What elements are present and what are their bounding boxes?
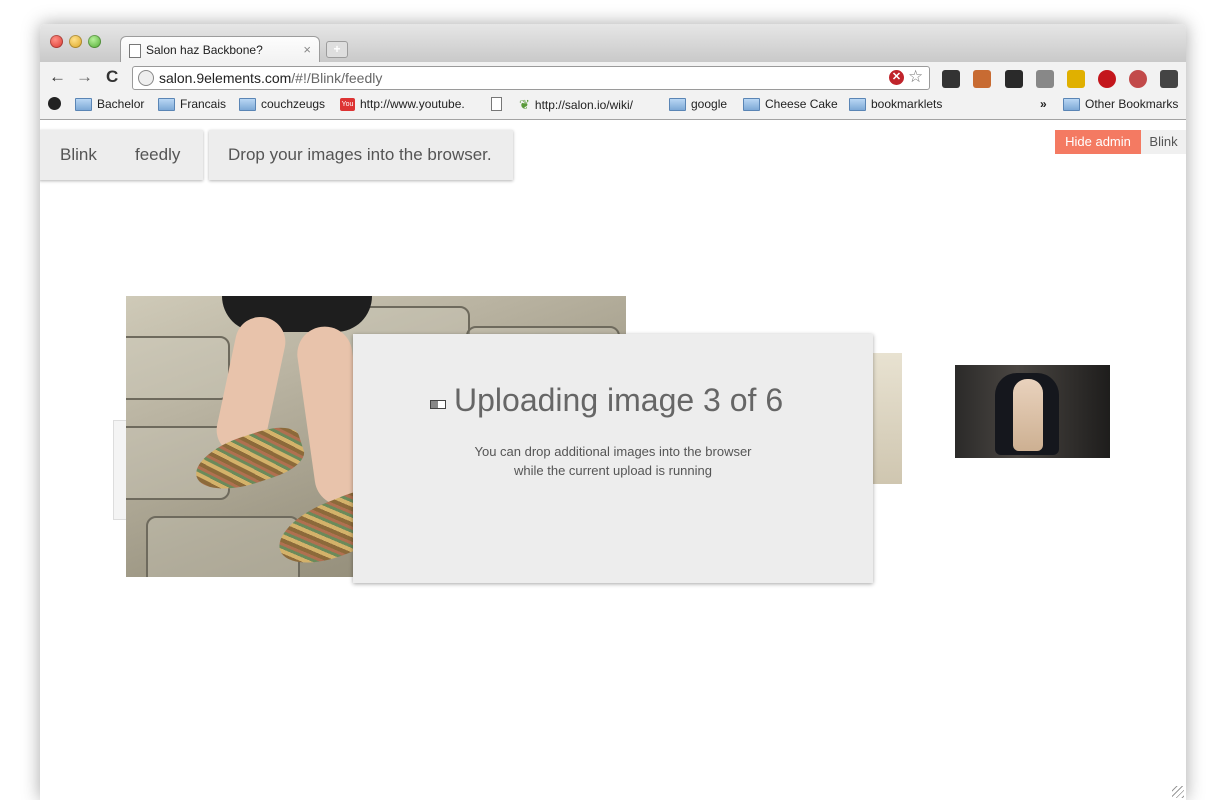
hide-admin-button[interactable]: Hide admin: [1055, 130, 1141, 154]
url-text[interactable]: salon.9elements.com/#!/Blink/feedly: [159, 70, 382, 86]
minimize-window-button[interactable]: [69, 35, 82, 48]
upload-progress-fill: [431, 401, 438, 408]
tab-bar: Salon haz Backbone? × +: [40, 24, 1186, 64]
upload-progress-dialog: Uploading image 3 of 6 You can drop addi…: [353, 334, 873, 583]
tab-close-icon[interactable]: ×: [303, 42, 311, 57]
breadcrumb-page-link[interactable]: feedly: [135, 145, 180, 165]
bookmark-youtube[interactable]: You http://www.youtube.: [340, 97, 465, 111]
upload-progress-bar: [430, 400, 446, 409]
bookmarks-overflow-button[interactable]: »: [1040, 97, 1047, 111]
globe-icon: [138, 70, 154, 86]
page-icon: [129, 44, 141, 58]
bookmark-francais[interactable]: Francais: [158, 97, 226, 111]
bookmark-star-icon[interactable]: ☆: [908, 67, 923, 87]
forward-button[interactable]: →: [76, 67, 93, 87]
resize-grip[interactable]: [1172, 786, 1184, 798]
upload-subtext: You can drop additional images into the …: [353, 442, 873, 480]
bookmark-bachelor[interactable]: Bachelor: [75, 97, 144, 111]
photo-partial[interactable]: [868, 353, 902, 484]
cake-icon[interactable]: [973, 70, 991, 88]
bookmark-label: Cheese Cake: [765, 97, 838, 111]
bookmark-bookmarklets[interactable]: bookmarklets: [849, 97, 942, 111]
drop-hint-text: Drop your images into the browser.: [228, 145, 492, 164]
page-icon: [491, 97, 502, 111]
bookmark-cheese-cake[interactable]: Cheese Cake: [743, 97, 838, 111]
back-button[interactable]: ←: [49, 67, 66, 87]
breadcrumb: Blink feedly: [40, 130, 203, 180]
bookmark-label: google: [691, 97, 728, 111]
window-controls: [50, 35, 101, 48]
user-button[interactable]: Blink: [1141, 130, 1186, 154]
reload-button[interactable]: C: [106, 67, 118, 87]
folder-icon: [669, 97, 686, 111]
photo-woman-in-chair[interactable]: [955, 365, 1110, 458]
folder-icon: [849, 97, 866, 111]
bookmark-couchzeugs[interactable]: couchzeugs: [239, 97, 325, 111]
bookmark-label: http://www.youtube.: [360, 97, 465, 111]
phone-arrow-icon[interactable]: [1067, 70, 1085, 88]
upload-subtext-line2: while the current upload is running: [513, 463, 712, 478]
folder-icon: [239, 97, 256, 111]
page-content: Blink feedly Drop your images into the b…: [40, 120, 1186, 800]
bookmark-label: Francais: [180, 97, 227, 111]
folder-icon: [75, 97, 92, 111]
bookmark-salon-wiki[interactable]: ❦ http://salon.io/wiki/: [519, 97, 633, 113]
address-bar[interactable]: salon.9elements.com/#!/Blink/feedly ✕ ☆: [132, 66, 930, 90]
upload-subtext-line1: You can drop additional images into the …: [474, 444, 752, 459]
wrench-icon[interactable]: [1160, 70, 1178, 88]
glasses-icon[interactable]: [1005, 70, 1023, 88]
folder-icon: [158, 97, 175, 111]
upload-headline: Uploading image 3 of 6: [454, 382, 784, 418]
bookmark-label: http://salon.io/wiki/: [534, 98, 633, 112]
youtube-icon: You: [340, 97, 355, 111]
browser-toolbar: ← → C salon.9elements.com/#!/Blink/feedl…: [40, 62, 1186, 92]
stop-icon[interactable]: ✕: [889, 70, 904, 85]
tab-title: Salon haz Backbone?: [146, 43, 263, 57]
folder-icon: [1063, 97, 1080, 111]
browser-window: Salon haz Backbone? × + ← → C salon.9ele…: [40, 24, 1186, 800]
other-bookmarks[interactable]: Other Bookmarks: [1063, 97, 1178, 111]
url-path: /#!/Blink/feedly: [291, 70, 383, 86]
stop-hand-icon[interactable]: [1098, 70, 1116, 88]
bookmarks-bar: Bachelor Francais couchzeugs You http://w…: [40, 92, 1186, 120]
bookmark-label: bookmarklets: [871, 97, 943, 111]
bookmark-label: Other Bookmarks: [1085, 97, 1179, 111]
new-tab-button[interactable]: +: [326, 41, 348, 58]
bookmark-page[interactable]: [491, 97, 507, 111]
close-window-button[interactable]: [50, 35, 63, 48]
bookmark-google[interactable]: google: [669, 97, 727, 111]
url-host: salon.9elements.com: [159, 70, 292, 86]
folder-icon: [743, 97, 760, 111]
zoom-window-button[interactable]: [88, 35, 101, 48]
drop-hint-panel: Drop your images into the browser.: [209, 130, 513, 180]
leaf-icon: ❦: [519, 97, 530, 112]
bookmark-label: couchzeugs: [261, 97, 326, 111]
github-icon[interactable]: [48, 97, 61, 110]
wrench-key-icon[interactable]: [942, 70, 960, 88]
bookmark-label: Bachelor: [97, 97, 145, 111]
breadcrumb-user-link[interactable]: Blink: [60, 145, 97, 165]
tag-icon[interactable]: [1036, 70, 1054, 88]
tomato-icon[interactable]: [1129, 70, 1147, 88]
tab-active[interactable]: Salon haz Backbone? ×: [120, 36, 320, 64]
